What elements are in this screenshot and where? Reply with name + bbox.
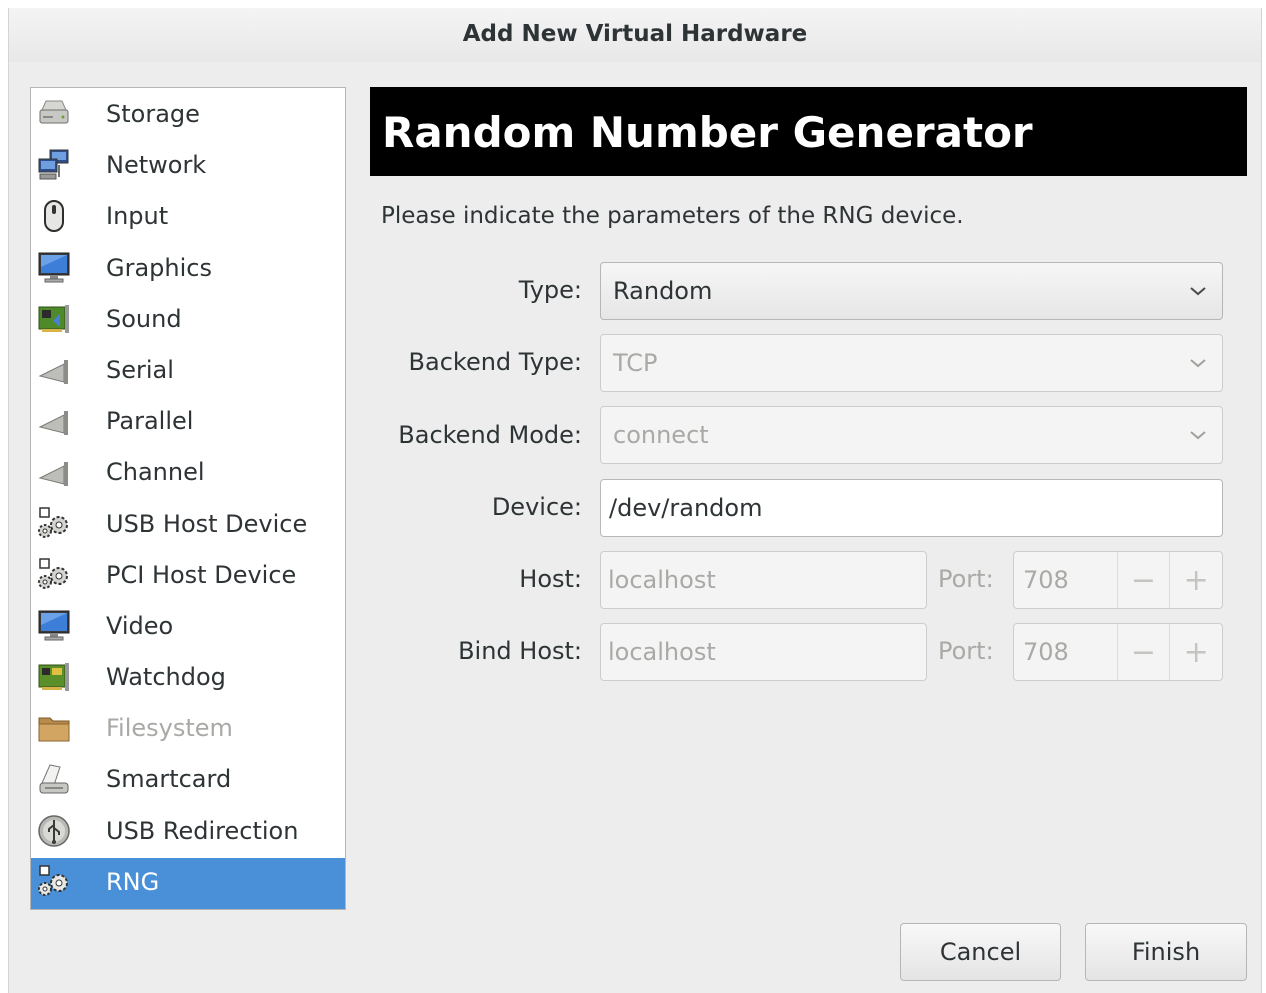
gears-icon	[38, 506, 68, 538]
network-icon	[38, 149, 69, 180]
channel-plug-icon	[38, 462, 68, 487]
panel-title: Random Number Generator	[370, 87, 1247, 176]
bind-host-port-decrement-button[interactable]: −	[1116, 624, 1170, 680]
device-label: Sound	[106, 304, 182, 333]
device-label: USB Host Device	[106, 509, 308, 538]
usb-icon	[38, 814, 70, 847]
parallel-plug-icon	[38, 411, 68, 436]
bind-host-port-value[interactable]: 708	[1014, 624, 1117, 680]
bind-host-port-spinner[interactable]: 708 − +	[1013, 623, 1223, 681]
host-port-label: Port:	[938, 565, 994, 593]
device-label: Smartcard	[106, 765, 232, 794]
host-port-value[interactable]: 708	[1014, 552, 1117, 608]
panel-intro: Please indicate the parameters of the RN…	[381, 203, 964, 229]
host-value: localhost	[608, 566, 716, 594]
bind-host-value: localhost	[608, 638, 716, 666]
device-item-sound[interactable]: Sound	[31, 295, 345, 346]
host-port-increment-button[interactable]: +	[1169, 552, 1222, 608]
bind-host-field[interactable]: localhost	[600, 623, 927, 681]
backend-type-label: Backend Type:	[408, 348, 582, 376]
type-combo[interactable]: Random	[600, 262, 1223, 320]
device-item-rng[interactable]: RNG	[31, 857, 345, 909]
device-item-storage[interactable]: Storage	[31, 90, 345, 141]
sound-card-icon	[38, 304, 69, 333]
device-item-channel[interactable]: Channel	[31, 448, 345, 499]
device-label: RNG	[106, 867, 160, 896]
device-label: USB Redirection	[106, 816, 299, 845]
type-label: Type:	[518, 276, 582, 304]
chevron-down-icon	[1190, 359, 1206, 368]
serial-plug-icon	[38, 359, 68, 384]
device-label: Input	[106, 202, 169, 231]
device-path-field[interactable]: /dev/random	[600, 479, 1223, 537]
add-hardware-dialog: Add New Virtual Hardware Storage Network	[8, 8, 1262, 993]
chevron-down-icon	[1190, 287, 1206, 296]
gears-icon	[38, 865, 68, 896]
monitor-icon	[38, 252, 70, 283]
card-icon	[38, 663, 69, 692]
storage-icon	[39, 100, 69, 124]
device-label: PCI Host Device	[106, 560, 297, 589]
type-value: Random	[613, 277, 713, 305]
device-item-usb-host-device[interactable]: USB Host Device	[31, 500, 345, 551]
backend-mode-combo[interactable]: connect	[600, 406, 1223, 464]
device-path-value: /dev/random	[609, 494, 763, 522]
device-label: Graphics	[106, 253, 212, 282]
host-port-spinner[interactable]: 708 − +	[1013, 551, 1223, 609]
bind-host-label: Bind Host:	[458, 637, 582, 665]
device-list[interactable]: Storage Network Input Graphics Sound Ser…	[30, 87, 346, 910]
device-label: Parallel	[106, 407, 194, 436]
host-port-decrement-button[interactable]: −	[1116, 552, 1170, 608]
device-label: Channel	[106, 458, 205, 487]
backend-type-combo[interactable]: TCP	[600, 334, 1223, 392]
host-label: Host:	[519, 565, 582, 593]
device-item-smartcard[interactable]: Smartcard	[31, 755, 345, 806]
device-path-label: Device:	[491, 493, 582, 521]
device-item-input[interactable]: Input	[31, 192, 345, 243]
dialog-title: Add New Virtual Hardware	[9, 8, 1261, 62]
device-item-usb-redirection[interactable]: USB Redirection	[31, 807, 345, 858]
device-item-filesystem: Filesystem	[31, 704, 345, 755]
device-item-video[interactable]: Video	[31, 602, 345, 653]
folder-icon	[38, 717, 70, 742]
device-label: Network	[106, 151, 207, 180]
backend-mode-value: connect	[613, 421, 709, 449]
device-item-pci-host-device[interactable]: PCI Host Device	[31, 551, 345, 602]
finish-button[interactable]: Finish	[1085, 923, 1247, 981]
device-label: Filesystem	[106, 714, 233, 743]
host-field[interactable]: localhost	[600, 551, 927, 609]
mouse-icon	[44, 200, 64, 233]
smartcard-icon	[39, 764, 69, 794]
device-label: Storage	[106, 100, 200, 128]
device-label: Serial	[106, 355, 174, 384]
monitor-icon	[38, 610, 70, 641]
cancel-button[interactable]: Cancel	[900, 923, 1061, 981]
device-item-graphics[interactable]: Graphics	[31, 244, 345, 295]
device-label: Video	[106, 611, 174, 640]
backend-type-value: TCP	[613, 349, 658, 377]
device-item-watchdog[interactable]: Watchdog	[31, 653, 345, 704]
device-item-serial[interactable]: Serial	[31, 346, 345, 397]
chevron-down-icon	[1190, 431, 1206, 440]
device-label: Watchdog	[106, 663, 226, 692]
device-item-parallel[interactable]: Parallel	[31, 397, 345, 448]
backend-mode-label: Backend Mode:	[398, 421, 582, 449]
gears-icon	[38, 557, 68, 589]
bind-host-port-label: Port:	[938, 637, 994, 665]
device-item-network[interactable]: Network	[31, 141, 345, 192]
bind-host-port-increment-button[interactable]: +	[1169, 624, 1222, 680]
